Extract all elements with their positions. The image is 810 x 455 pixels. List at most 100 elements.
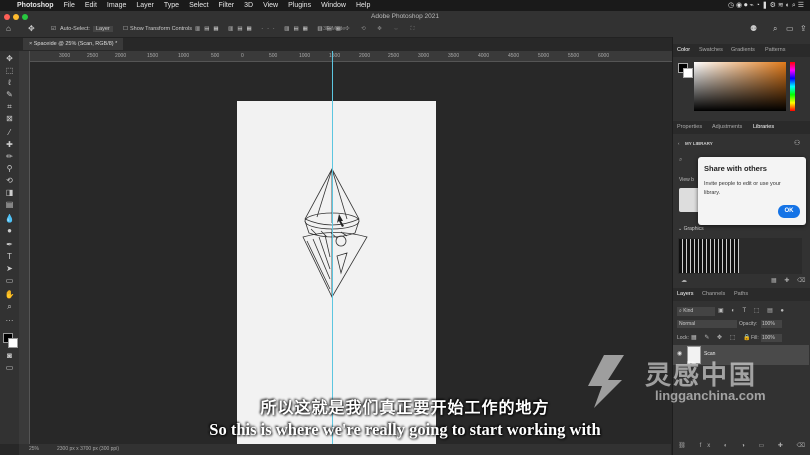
- library-back-icon[interactable]: ‹: [678, 141, 680, 146]
- ruler-tick: 4000: [478, 53, 490, 59]
- share-export-icon[interactable]: ⇪: [800, 24, 807, 33]
- zoom-level[interactable]: 25%: [29, 446, 39, 452]
- library-share-icon[interactable]: ⚇: [794, 139, 800, 147]
- move-tool-icon[interactable]: ✥: [4, 54, 15, 63]
- tab-gradients[interactable]: Gradients: [731, 47, 755, 53]
- menu-view[interactable]: View: [258, 2, 283, 9]
- menu-window[interactable]: Window: [316, 2, 351, 9]
- auto-select-dropdown[interactable]: Layer: [93, 26, 113, 32]
- share-popover: Share with others Invite people to edit …: [698, 157, 806, 225]
- healing-tool-icon[interactable]: ✚: [4, 140, 15, 149]
- options-bar: ⌂ ✥ ☑ Auto-Select: Layer ☐ Show Transfor…: [0, 22, 810, 38]
- dodge-tool-icon[interactable]: ●: [4, 226, 15, 235]
- ok-button[interactable]: OK: [778, 205, 800, 218]
- graphics-label[interactable]: ⌄ Graphics: [678, 226, 704, 232]
- vertical-ruler[interactable]: [19, 51, 30, 444]
- stamp-tool-icon[interactable]: ⚲: [4, 164, 15, 173]
- graphic-thumbnail[interactable]: [679, 239, 739, 273]
- hue-slider[interactable]: [790, 62, 795, 111]
- show-transform-checkbox[interactable]: ☐: [123, 26, 128, 32]
- ruler-tick: 5500: [568, 53, 580, 59]
- menu-select[interactable]: Select: [184, 2, 213, 9]
- vertical-guide[interactable]: [332, 51, 333, 444]
- menu-app[interactable]: Photoshop: [12, 2, 59, 9]
- tab-layers[interactable]: Layers: [677, 291, 694, 297]
- hand-tool-icon[interactable]: ✋: [4, 290, 15, 299]
- layers-footer-icons[interactable]: ⛓ fx ◐ ◑ ▭ ✚ ⌫: [673, 442, 810, 449]
- tab-properties[interactable]: Properties: [677, 124, 702, 130]
- layer-filter-icons[interactable]: ▣ ◐ T ⬚ ▤ ●: [718, 307, 787, 314]
- tab-patterns[interactable]: Patterns: [765, 47, 785, 53]
- auto-select-checkbox[interactable]: ☑: [51, 26, 56, 32]
- gradient-tool-icon[interactable]: ▤: [4, 200, 15, 209]
- quick-select-tool-icon[interactable]: ✎: [4, 90, 15, 99]
- shape-tool-icon[interactable]: ▭: [4, 276, 15, 285]
- cloud-icon[interactable]: ☁: [681, 277, 687, 284]
- window-title: Adobe Photoshop 2021: [371, 13, 439, 20]
- tab-swatches[interactable]: Swatches: [699, 47, 723, 53]
- document-tab[interactable]: × Spaceide @ 25% (Scan, RGB/8) *: [23, 38, 124, 50]
- menu-type[interactable]: Type: [159, 2, 184, 9]
- fill-field[interactable]: 100%: [761, 334, 782, 342]
- eyedropper-tool-icon[interactable]: ⁄: [4, 128, 15, 137]
- library-name[interactable]: MY LIBRARY: [685, 141, 713, 146]
- close-window-button[interactable]: [4, 14, 10, 20]
- workspace-icon[interactable]: ▭: [786, 24, 794, 33]
- subtitle-english: So this is where we're really going to s…: [209, 420, 601, 439]
- menu-file[interactable]: File: [59, 2, 80, 9]
- graphic-thumbnail[interactable]: [741, 239, 801, 273]
- 3d-mode-label: 3D Mode:: [323, 26, 347, 32]
- status-icons[interactable]: ◷ ◉ ⏺ ⌁ ◔ ❚ ⚙ ≋ ◐ ⌕ ☰: [728, 1, 804, 10]
- search-icon[interactable]: ⌕: [773, 24, 777, 34]
- marquee-tool-icon[interactable]: ⬚: [4, 66, 15, 75]
- ruler-tick: 3000: [59, 53, 71, 59]
- background-color-swatch[interactable]: [8, 338, 18, 348]
- menu-3d[interactable]: 3D: [239, 2, 258, 9]
- zoom-tool-icon[interactable]: ⌕: [4, 302, 15, 311]
- menu-layer[interactable]: Layer: [131, 2, 159, 9]
- share-icon[interactable]: ⚉: [750, 24, 757, 33]
- type-tool-icon[interactable]: T: [4, 252, 15, 261]
- history-brush-tool-icon[interactable]: ⟲: [4, 176, 15, 185]
- menu-image[interactable]: Image: [102, 2, 131, 9]
- more-tools-icon[interactable]: ···: [4, 316, 15, 325]
- crop-tool-icon[interactable]: ⌗: [4, 102, 15, 111]
- auto-select-label: Auto-Select:: [60, 26, 90, 32]
- menu-filter[interactable]: Filter: [214, 2, 240, 9]
- blend-mode-dropdown[interactable]: Normal: [677, 320, 737, 328]
- menu-help[interactable]: Help: [351, 2, 375, 9]
- tab-channels[interactable]: Channels: [702, 291, 725, 297]
- 3d-mode-icons[interactable]: ✣ ⟲ ✥ ⇔ ⛶: [345, 26, 419, 33]
- menu-plugins[interactable]: Plugins: [283, 2, 316, 9]
- ruler-tick: 2500: [87, 53, 99, 59]
- horizontal-ruler[interactable]: 3000 2500 2000 1500 1000 500 0 500 1000 …: [29, 51, 672, 62]
- library-graphics-thumbnails[interactable]: [678, 238, 802, 274]
- move-tool-icon[interactable]: ✥: [28, 24, 35, 33]
- opacity-field[interactable]: 100%: [761, 320, 782, 328]
- layer-filter-dropdown[interactable]: ⌕ Kind: [677, 307, 715, 316]
- color-picker-field[interactable]: [694, 62, 786, 111]
- tab-libraries[interactable]: Libraries: [753, 124, 774, 130]
- library-search-icon[interactable]: ⌕: [679, 157, 682, 164]
- tab-color[interactable]: Color: [677, 47, 690, 53]
- ruler-tick: 2000: [115, 53, 127, 59]
- blur-tool-icon[interactable]: 💧: [4, 214, 15, 223]
- zoom-window-button[interactable]: [22, 14, 28, 20]
- screen-mode-icon[interactable]: ▭: [4, 363, 15, 372]
- library-footer-icons[interactable]: ▦ ✚ ⌫: [771, 277, 809, 284]
- minimize-window-button[interactable]: [13, 14, 19, 20]
- quick-mask-icon[interactable]: ◙: [4, 351, 15, 360]
- tab-adjustments[interactable]: Adjustments: [712, 124, 742, 130]
- eraser-tool-icon[interactable]: ◨: [4, 188, 15, 197]
- frame-tool-icon[interactable]: ⊠: [4, 114, 15, 123]
- brush-tool-icon[interactable]: ✏: [4, 152, 15, 161]
- view-by-label[interactable]: View b: [679, 177, 694, 183]
- lasso-tool-icon[interactable]: ℓ: [4, 78, 15, 87]
- home-icon[interactable]: ⌂: [6, 24, 11, 33]
- pen-tool-icon[interactable]: ✒: [4, 240, 15, 249]
- color-background-swatch[interactable]: [683, 68, 693, 78]
- menu-edit[interactable]: Edit: [80, 2, 102, 9]
- path-select-tool-icon[interactable]: ➤: [4, 264, 15, 273]
- lock-icons[interactable]: ▦ ✎ ✥ ⬚ 🔒: [691, 334, 754, 341]
- tab-paths[interactable]: Paths: [734, 291, 748, 297]
